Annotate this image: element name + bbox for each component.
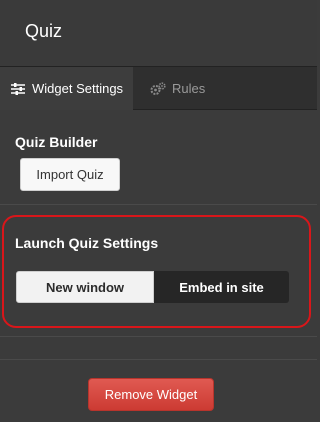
panel-title: Quiz: [25, 21, 63, 41]
quiz-builder-title: Quiz Builder: [15, 134, 98, 150]
tab-bar: Widget Settings Rules: [0, 66, 317, 110]
tab-widget-settings-label: Widget Settings: [32, 81, 124, 96]
remove-widget-button[interactable]: Remove Widget: [88, 378, 214, 411]
new-window-option[interactable]: New window: [16, 271, 154, 303]
gears-icon: [150, 81, 166, 97]
import-quiz-button[interactable]: Import Quiz: [20, 158, 120, 191]
divider: [0, 204, 317, 205]
sliders-icon: [10, 81, 26, 97]
embed-in-site-option[interactable]: Embed in site: [154, 271, 289, 303]
tab-rules[interactable]: Rules: [133, 67, 317, 110]
tab-rules-label: Rules: [172, 81, 206, 96]
divider: [0, 359, 317, 360]
panel-header: Quiz: [0, 0, 317, 66]
launch-settings-title: Launch Quiz Settings: [15, 235, 159, 251]
tab-widget-settings[interactable]: Widget Settings: [0, 67, 133, 110]
divider: [0, 336, 317, 337]
